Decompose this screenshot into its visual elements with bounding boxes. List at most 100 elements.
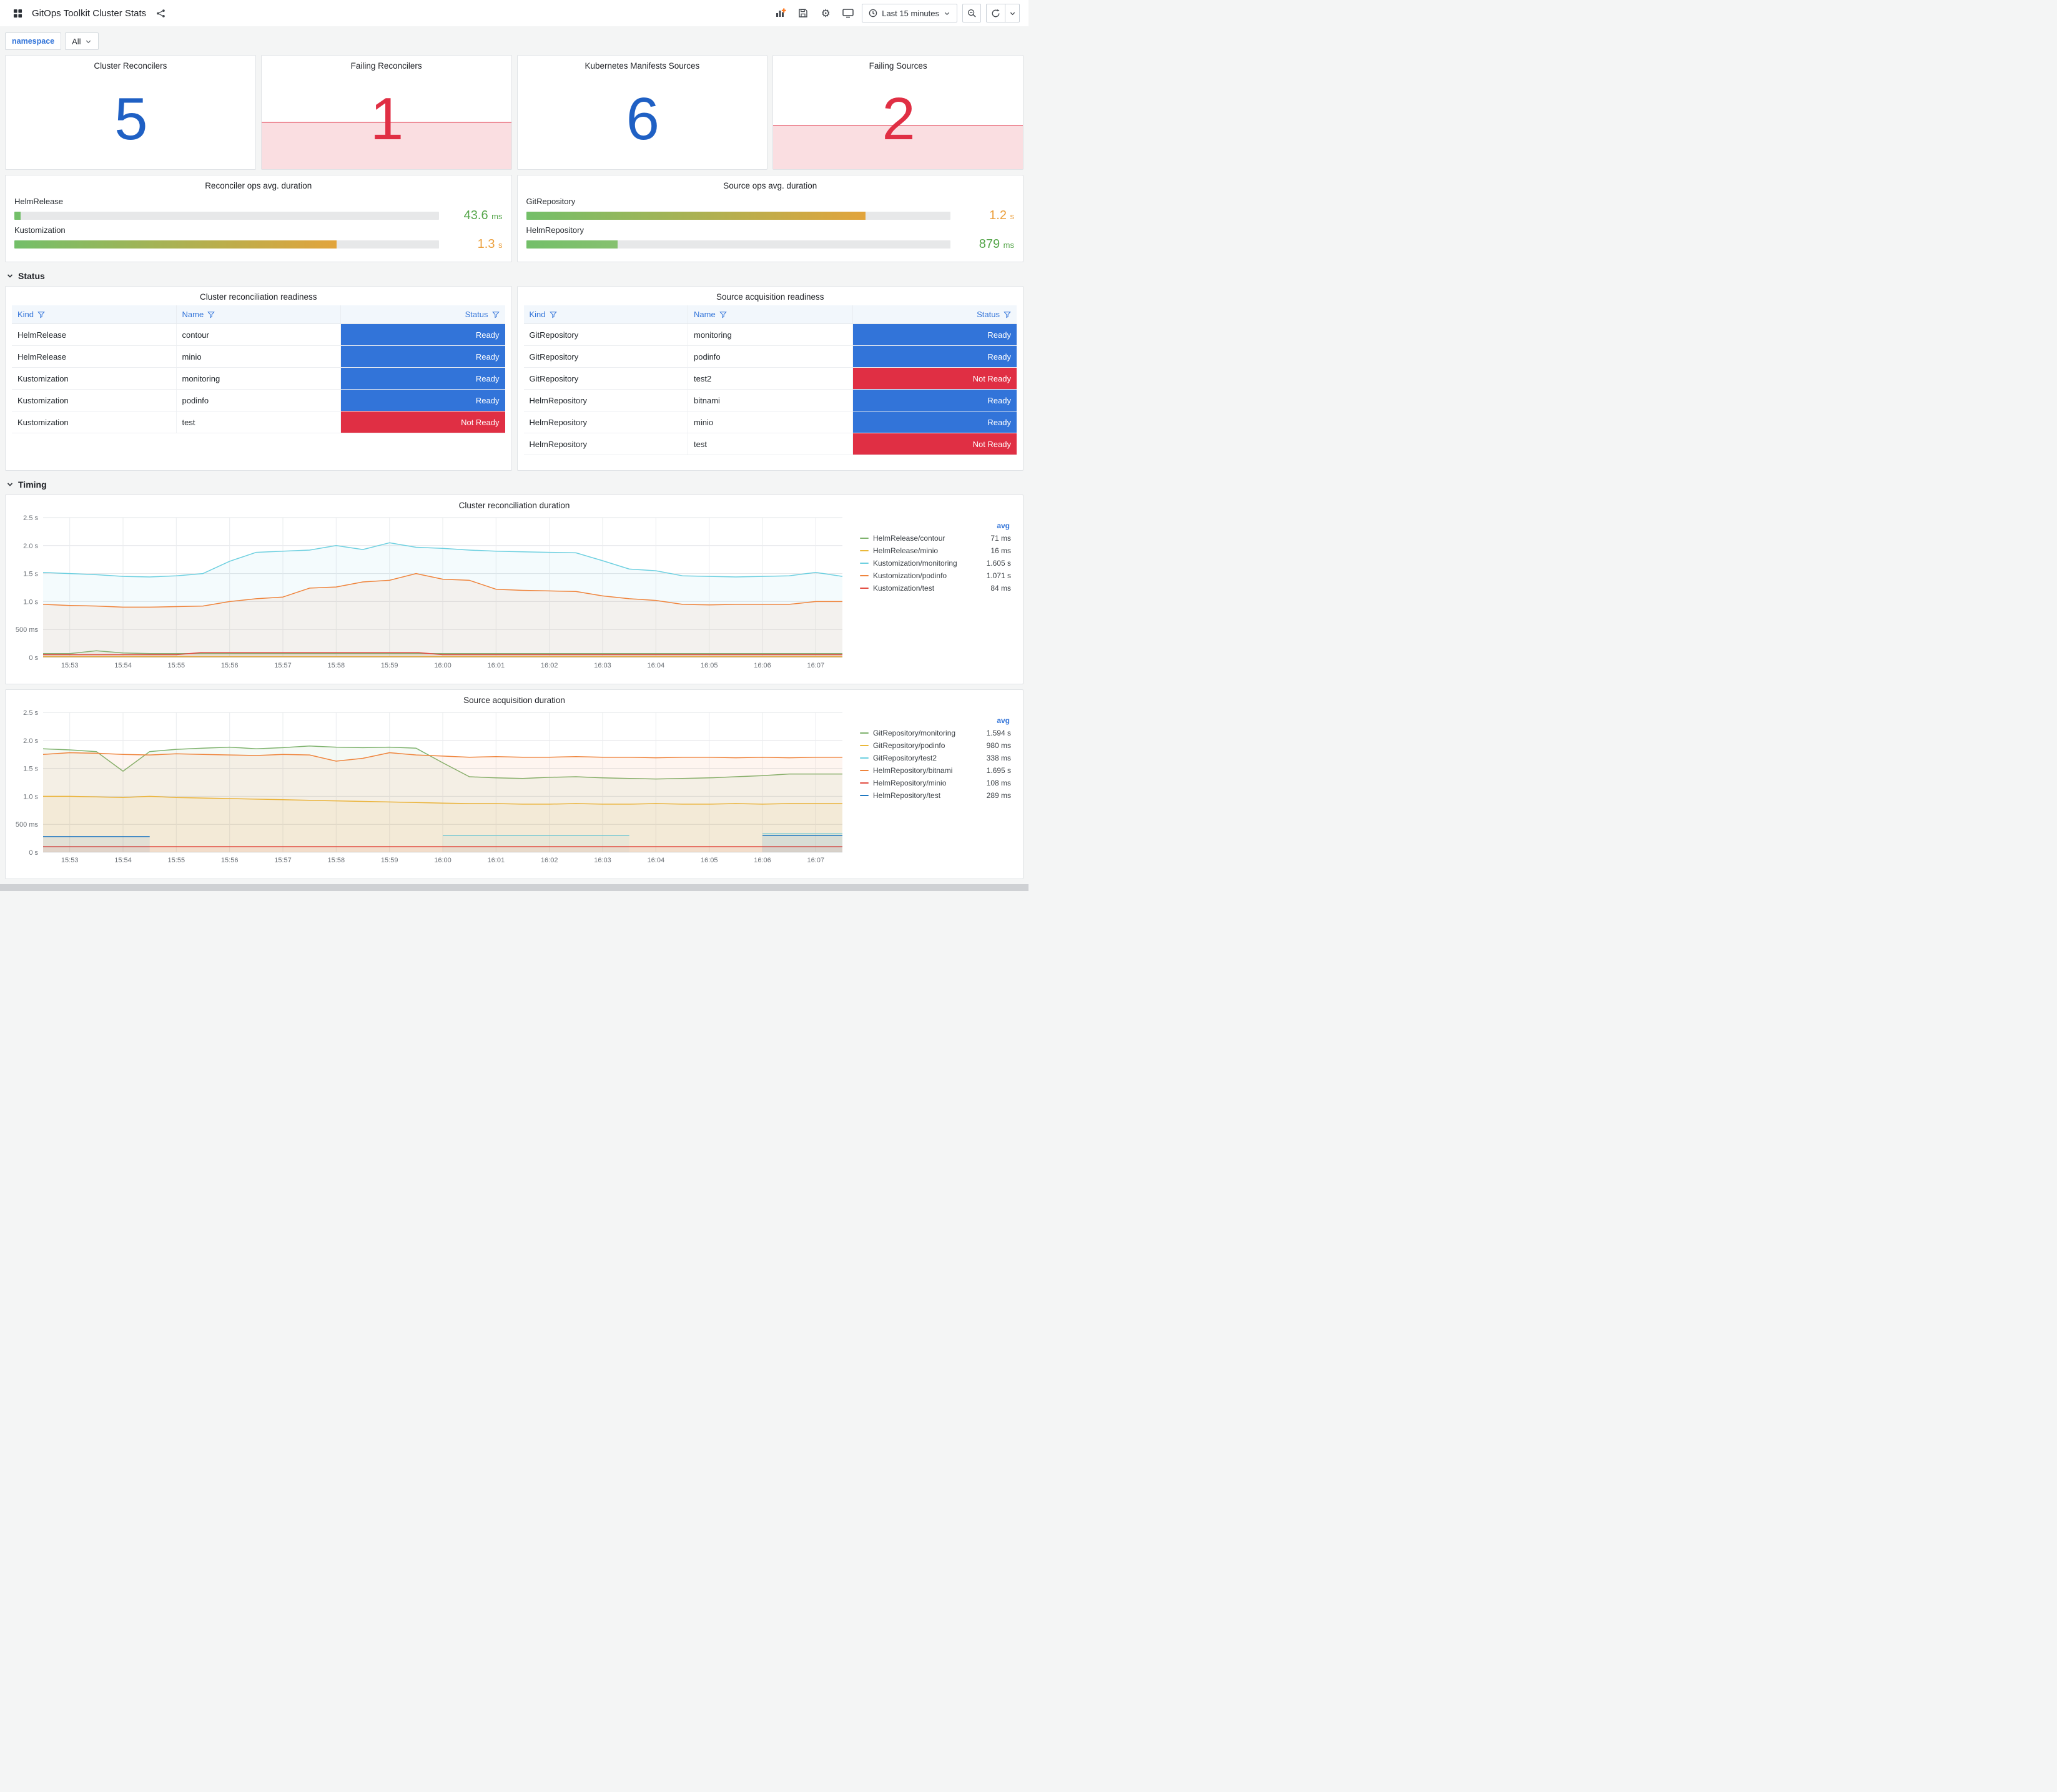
cell-status: Ready bbox=[341, 324, 505, 345]
save-dashboard-button[interactable] bbox=[794, 4, 812, 22]
series-avg-value: 1.594 s bbox=[986, 729, 1011, 737]
svg-text:16:05: 16:05 bbox=[701, 662, 718, 669]
dashboard-grid-icon[interactable] bbox=[9, 4, 26, 22]
share-dashboard-button[interactable] bbox=[152, 4, 169, 22]
stat-panel-1: Failing Reconcilers 1 bbox=[260, 55, 512, 170]
tv-mode-button[interactable] bbox=[839, 4, 857, 22]
svg-text:16:00: 16:00 bbox=[434, 857, 451, 864]
filter-icon[interactable] bbox=[207, 311, 215, 318]
refresh-interval-dropdown[interactable] bbox=[1005, 4, 1020, 22]
gauge-fill bbox=[14, 240, 337, 249]
cell-kind: GitRepository bbox=[524, 368, 688, 389]
gauge-row: GitRepository 1.2 s bbox=[526, 197, 1014, 223]
legend-item[interactable]: HelmRelease/contour 71 ms bbox=[860, 532, 1011, 544]
chevron-down-icon bbox=[6, 481, 14, 488]
legend-item[interactable]: HelmRepository/minio 108 ms bbox=[860, 777, 1011, 789]
legend-item[interactable]: HelmRepository/bitnami 1.695 s bbox=[860, 764, 1011, 777]
cell-name: podinfo bbox=[688, 346, 853, 367]
dashboard-settings-button[interactable]: ⚙ bbox=[817, 4, 834, 22]
table-row: Kustomization monitoring Ready bbox=[12, 368, 505, 390]
series-avg-value: 980 ms bbox=[986, 741, 1011, 750]
column-header-kind[interactable]: Kind bbox=[12, 305, 177, 323]
chart-canvas[interactable]: 0 s 500 ms 1.0 s 1.5 s 2.0 s 2.5 s 15:53 15:54 1… bbox=[12, 707, 855, 867]
column-header-status[interactable]: Status bbox=[341, 305, 505, 323]
legend-avg-header[interactable]: avg bbox=[860, 716, 1011, 725]
filter-icon[interactable] bbox=[719, 311, 727, 318]
legend-item[interactable]: Kustomization/test 84 ms bbox=[860, 582, 1011, 594]
svg-text:1.5 s: 1.5 s bbox=[23, 571, 38, 578]
series-name: GitRepository/podinfo bbox=[873, 741, 945, 750]
series-color-sample bbox=[860, 795, 869, 796]
cell-status: Ready bbox=[341, 346, 505, 367]
section-status[interactable]: Status bbox=[0, 267, 1028, 286]
zoom-out-button[interactable] bbox=[962, 4, 981, 22]
svg-text:15:55: 15:55 bbox=[168, 662, 185, 669]
panel-title: Reconciler ops avg. duration bbox=[205, 181, 312, 190]
refresh-icon bbox=[992, 9, 1000, 17]
legend-avg-header[interactable]: avg bbox=[860, 521, 1011, 530]
gauge-panel-1: Source ops avg. duration GitRepository 1… bbox=[516, 175, 1024, 262]
column-header-name[interactable]: Name bbox=[177, 305, 341, 323]
table: Kind Name Status HelmRelease contour Rea… bbox=[12, 305, 505, 466]
filter-icon[interactable] bbox=[1004, 311, 1011, 318]
time-range-picker[interactable]: Last 15 minutes bbox=[862, 4, 957, 22]
svg-text:16:02: 16:02 bbox=[541, 857, 558, 864]
series-avg-value: 84 ms bbox=[990, 584, 1011, 593]
filter-icon[interactable] bbox=[549, 311, 557, 318]
cell-name: minio bbox=[688, 411, 853, 433]
grid-icon bbox=[13, 9, 22, 17]
cell-kind: HelmRepository bbox=[524, 433, 688, 455]
variable-value-dropdown[interactable]: All bbox=[65, 32, 99, 50]
series-avg-value: 16 ms bbox=[990, 546, 1011, 555]
stat-value-wrap: 5 bbox=[6, 69, 255, 169]
column-header-kind[interactable]: Kind bbox=[524, 305, 688, 323]
chart-panel-1: Source acquisition duration 0 s 500 ms 1.0… bbox=[5, 689, 1024, 879]
svg-text:15:56: 15:56 bbox=[221, 857, 239, 864]
stat-panel-2: Kubernetes Manifests Sources 6 bbox=[516, 55, 768, 170]
filter-icon[interactable] bbox=[491, 311, 500, 318]
dashboard-header: GitOps Toolkit Cluster Stats ⚙ Last 15 m… bbox=[0, 0, 1028, 26]
legend-item[interactable]: HelmRelease/minio 16 ms bbox=[860, 544, 1011, 557]
legend-item[interactable]: GitRepository/test2 338 ms bbox=[860, 752, 1011, 764]
tv-icon bbox=[842, 9, 854, 18]
variable-label-pill[interactable]: namespace bbox=[5, 32, 62, 50]
legend-item[interactable]: Kustomization/podinfo 1.071 s bbox=[860, 569, 1011, 582]
chevron-down-icon bbox=[86, 40, 91, 43]
cell-kind: HelmRepository bbox=[524, 411, 688, 433]
legend-item[interactable]: GitRepository/podinfo 980 ms bbox=[860, 739, 1011, 752]
stat-value-wrap: 1 bbox=[262, 69, 511, 169]
cell-kind: Kustomization bbox=[12, 411, 177, 433]
svg-text:0 s: 0 s bbox=[29, 849, 38, 857]
series-color-sample bbox=[860, 550, 869, 551]
table-panel-0: Cluster reconciliation readiness Kind Na… bbox=[5, 286, 512, 471]
section-timing[interactable]: Timing bbox=[0, 476, 1028, 495]
svg-text:16:04: 16:04 bbox=[648, 857, 665, 864]
legend-item[interactable]: GitRepository/monitoring 1.594 s bbox=[860, 727, 1011, 739]
series-avg-value: 1.071 s bbox=[986, 571, 1011, 580]
gauge-value: 1.3 s bbox=[477, 237, 503, 251]
stat-value: 6 bbox=[626, 86, 659, 152]
gauge-panel-0: Reconciler ops avg. duration HelmRelease… bbox=[5, 175, 512, 262]
add-panel-button[interactable] bbox=[772, 4, 789, 22]
table-row: HelmRepository bitnami Ready bbox=[523, 390, 1017, 411]
refresh-button[interactable] bbox=[986, 4, 1005, 22]
chart-canvas[interactable]: 0 s 500 ms 1.0 s 1.5 s 2.0 s 2.5 s 15:53 15:54 1… bbox=[12, 513, 855, 672]
series-color-sample bbox=[860, 732, 869, 734]
svg-text:500 ms: 500 ms bbox=[16, 821, 39, 829]
legend-item[interactable]: HelmRepository/test 289 ms bbox=[860, 789, 1011, 802]
series-avg-value: 289 ms bbox=[986, 791, 1011, 800]
series-color-sample bbox=[860, 538, 869, 539]
series-name: HelmRepository/minio bbox=[873, 779, 947, 787]
series-avg-value: 1.605 s bbox=[986, 559, 1011, 568]
variable-name: namespace bbox=[12, 37, 55, 46]
series-name: Kustomization/monitoring bbox=[873, 559, 957, 568]
svg-text:2.0 s: 2.0 s bbox=[23, 737, 38, 745]
stats-row: Cluster Reconcilers 5 Failing Reconciler… bbox=[0, 55, 1028, 170]
svg-text:15:57: 15:57 bbox=[274, 662, 292, 669]
time-range-label: Last 15 minutes bbox=[882, 8, 939, 18]
legend-item[interactable]: Kustomization/monitoring 1.605 s bbox=[860, 557, 1011, 569]
column-header-name[interactable]: Name bbox=[688, 305, 853, 323]
column-header-status[interactable]: Status bbox=[853, 305, 1017, 323]
cell-kind: HelmRelease bbox=[12, 324, 177, 345]
filter-icon[interactable] bbox=[37, 311, 45, 318]
